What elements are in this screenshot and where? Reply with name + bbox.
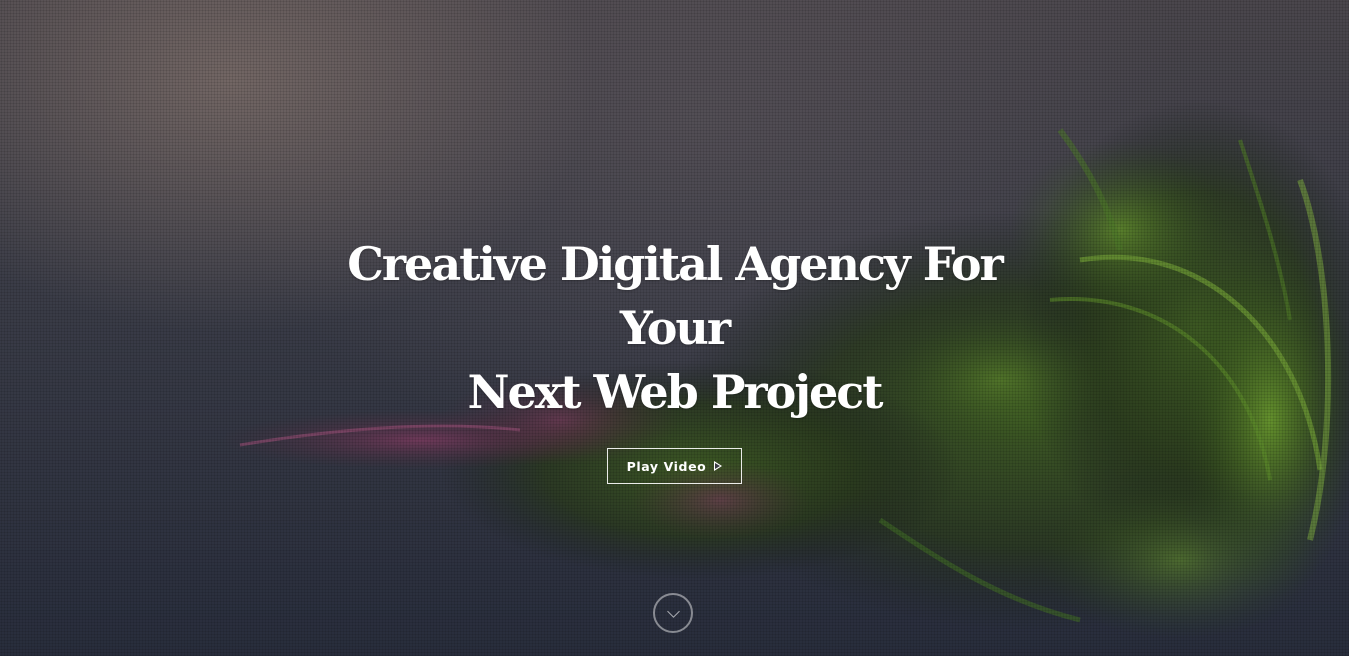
chevron-down-icon (666, 604, 680, 618)
play-video-label: Play Video (626, 458, 707, 474)
play-triangle-icon (714, 461, 723, 471)
scroll-down-button[interactable] (653, 593, 693, 633)
hero-title-line-1: Creative Digital Agency For Your (347, 237, 1004, 355)
hero-title: Creative Digital Agency For Your Next We… (315, 232, 1035, 424)
hero-title-line-2: Next Web Project (467, 365, 883, 419)
hero-content: Creative Digital Agency For Your Next We… (0, 232, 1349, 484)
play-video-button[interactable]: Play Video (607, 448, 742, 484)
hero-section: Creative Digital Agency For Your Next We… (0, 0, 1349, 656)
